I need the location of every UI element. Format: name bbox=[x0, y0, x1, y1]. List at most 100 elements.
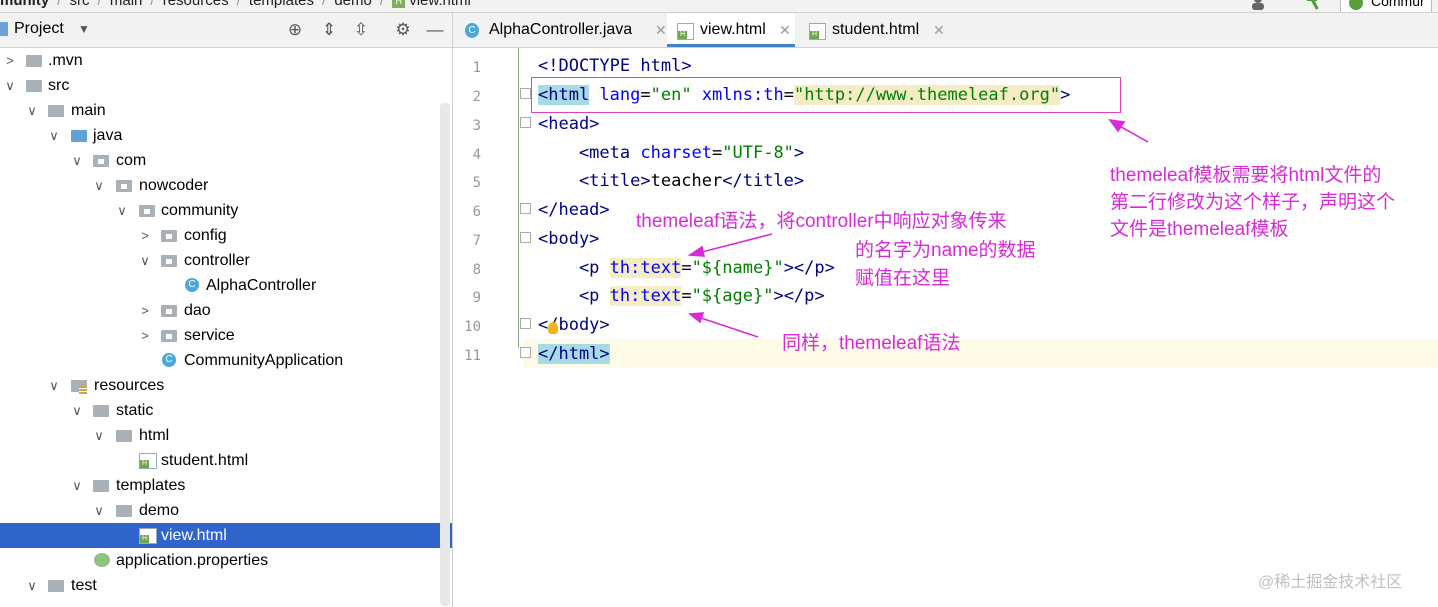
tab-alphacontroller-java[interactable]: C AlphaController.java ✕ bbox=[463, 13, 667, 47]
tree-item-templates[interactable]: ∨ templates bbox=[0, 473, 452, 498]
tree-item-label: service bbox=[184, 327, 235, 344]
breadcrumb-project[interactable]: munity bbox=[0, 0, 49, 9]
gear-icon[interactable]: ⚙ bbox=[392, 19, 414, 41]
close-icon[interactable]: ✕ bbox=[655, 13, 667, 47]
chevron-right-icon[interactable]: > bbox=[4, 48, 16, 73]
tree-item-label: community bbox=[161, 202, 239, 219]
tree-item-mvn[interactable]: > .mvn bbox=[0, 48, 452, 73]
html-file-icon bbox=[677, 23, 694, 40]
chevron-down-icon[interactable]: ∨ bbox=[93, 423, 105, 448]
locate-file-icon[interactable]: ⊕ bbox=[284, 19, 306, 41]
fold-toggle-icon[interactable] bbox=[520, 347, 531, 358]
code-token: </title> bbox=[722, 171, 805, 191]
tree-item-static[interactable]: ∨ static bbox=[0, 398, 452, 423]
html-file-icon bbox=[139, 453, 157, 469]
chevron-right-icon[interactable]: > bbox=[139, 223, 151, 248]
tree-item-demo[interactable]: ∨ demo bbox=[0, 498, 452, 523]
chevron-down-icon[interactable]: ∨ bbox=[139, 248, 151, 273]
code-token: ></p> bbox=[773, 286, 825, 306]
expand-all-icon[interactable]: ⇕ bbox=[318, 19, 340, 41]
tree-item-alphacontroller[interactable]: C AlphaController bbox=[0, 273, 452, 298]
build-hammer-icon[interactable] bbox=[1305, 0, 1323, 10]
tree-item-label: test bbox=[71, 577, 97, 594]
editor-tab-bar: C AlphaController.java ✕ view.html ✕ stu… bbox=[453, 13, 1438, 48]
java-class-icon: C bbox=[465, 23, 479, 38]
chevron-down-icon[interactable]: ∨ bbox=[26, 98, 38, 123]
tree-item-application-properties[interactable]: application.properties bbox=[0, 548, 452, 573]
breadcrumb-src[interactable]: src bbox=[70, 0, 90, 9]
navigation-breadcrumb: munity / src / main / resources / templates /… bbox=[0, 0, 1438, 13]
breadcrumb-file[interactable]: view.html bbox=[409, 0, 471, 9]
tree-item-label: student.html bbox=[161, 452, 249, 469]
package-icon bbox=[161, 230, 177, 242]
tree-item-dao[interactable]: > dao bbox=[0, 298, 452, 323]
tab-label: student.html bbox=[832, 21, 920, 38]
chevron-down-icon[interactable]: ∨ bbox=[71, 398, 83, 423]
lightbulb-icon[interactable] bbox=[548, 322, 558, 334]
folder-icon bbox=[26, 55, 42, 67]
breadcrumb-main[interactable]: main bbox=[110, 0, 143, 9]
tree-item-service[interactable]: > service bbox=[0, 323, 452, 348]
chevron-down-icon[interactable]: ∨ bbox=[93, 498, 105, 523]
tab-student-html[interactable]: student.html ✕ bbox=[799, 13, 949, 47]
line-number: 3 bbox=[472, 118, 481, 134]
breadcrumb-templates[interactable]: templates bbox=[249, 0, 314, 9]
line-number: 7 bbox=[472, 233, 481, 249]
close-icon[interactable]: ✕ bbox=[933, 13, 945, 47]
run-configuration-selector[interactable]: Commur bbox=[1340, 0, 1432, 12]
code-token: "${age}" bbox=[691, 286, 774, 306]
change-marker-bar bbox=[518, 48, 519, 348]
tab-view-html[interactable]: view.html ✕ bbox=[667, 13, 795, 47]
fold-toggle-icon[interactable] bbox=[520, 318, 531, 329]
chevron-down-icon[interactable]: ∨ bbox=[71, 473, 83, 498]
tree-item-communityapplication[interactable]: C CommunityApplication bbox=[0, 348, 452, 373]
tree-item-com[interactable]: ∨ com bbox=[0, 148, 452, 173]
fold-toggle-icon[interactable] bbox=[520, 117, 531, 128]
java-class-icon: C bbox=[185, 278, 199, 292]
code-token: > bbox=[793, 143, 805, 163]
fold-toggle-icon[interactable] bbox=[520, 88, 531, 99]
tree-item-html-folder[interactable]: ∨ html bbox=[0, 423, 452, 448]
chevron-right-icon[interactable]: > bbox=[139, 298, 151, 323]
chevron-down-icon[interactable]: ∨ bbox=[26, 573, 38, 598]
annotation-line: 第二行修改为这个样子，声明这个 bbox=[1110, 192, 1396, 213]
tree-item-config[interactable]: > config bbox=[0, 223, 452, 248]
breadcrumb-resources[interactable]: resources bbox=[163, 0, 229, 9]
chevron-down-icon[interactable]: ∨ bbox=[116, 198, 128, 223]
tree-item-view-html[interactable]: view.html bbox=[0, 523, 452, 548]
tree-item-test[interactable]: ∨ test bbox=[0, 573, 452, 598]
tree-item-main[interactable]: ∨ main bbox=[0, 98, 452, 123]
tree-scrollbar[interactable] bbox=[440, 103, 450, 606]
user-icon[interactable] bbox=[1250, 0, 1272, 10]
chevron-down-icon[interactable]: ∨ bbox=[93, 173, 105, 198]
code-token: "${name}" bbox=[691, 258, 784, 278]
package-icon bbox=[139, 205, 155, 217]
breadcrumb-demo[interactable]: demo bbox=[334, 0, 372, 9]
code-line-4: <meta charset="UTF-8"> bbox=[538, 139, 804, 168]
fold-toggle-icon[interactable] bbox=[520, 203, 531, 214]
tree-item-controller[interactable]: ∨ controller bbox=[0, 248, 452, 273]
chevron-down-icon[interactable]: ▼ bbox=[78, 22, 90, 36]
tree-item-nowcoder[interactable]: ∨ nowcoder bbox=[0, 173, 452, 198]
collapse-all-icon[interactable]: ⇳ bbox=[350, 19, 372, 41]
tree-item-src[interactable]: ∨ src bbox=[0, 73, 452, 98]
chevron-right-icon[interactable]: > bbox=[139, 323, 151, 348]
tree-item-resources[interactable]: ∨ resources bbox=[0, 373, 452, 398]
package-icon bbox=[161, 305, 177, 317]
tree-item-student-html[interactable]: student.html bbox=[0, 448, 452, 473]
tree-item-community[interactable]: ∨ community bbox=[0, 198, 452, 223]
chevron-down-icon[interactable]: ∨ bbox=[4, 73, 16, 98]
line-number: 2 bbox=[472, 89, 481, 105]
chevron-down-icon[interactable]: ∨ bbox=[71, 148, 83, 173]
close-icon[interactable]: ✕ bbox=[779, 13, 791, 47]
folder-icon bbox=[93, 480, 109, 492]
annotation-doctype-note: themeleaf模板需要将html文件的 第二行修改为这个样子，声明这个 文件… bbox=[1110, 162, 1395, 243]
chevron-down-icon[interactable]: ∨ bbox=[48, 123, 60, 148]
project-view-icon bbox=[0, 22, 8, 36]
hide-panel-icon[interactable]: — bbox=[424, 19, 446, 41]
line-number: 6 bbox=[472, 204, 481, 220]
fold-toggle-icon[interactable] bbox=[520, 232, 531, 243]
chevron-down-icon[interactable]: ∨ bbox=[48, 373, 60, 398]
project-panel-title[interactable]: Project bbox=[14, 20, 64, 38]
tree-item-java[interactable]: ∨ java bbox=[0, 123, 452, 148]
